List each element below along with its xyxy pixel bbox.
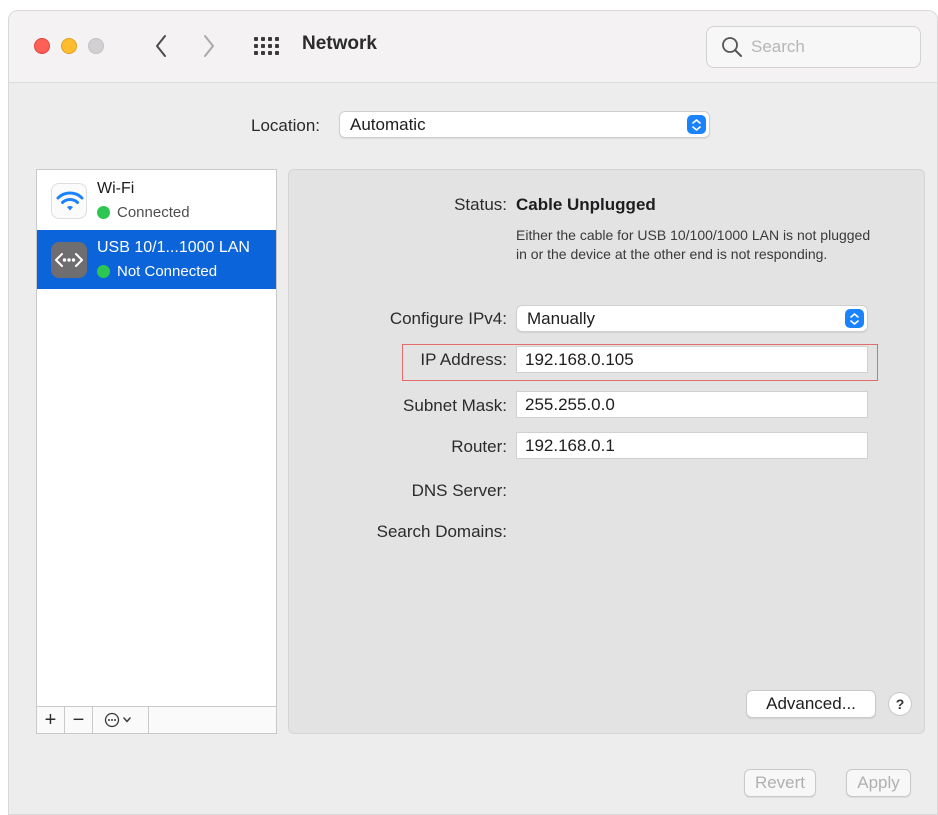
popup-stepper-icon	[687, 115, 706, 134]
dns-server-label: DNS Server:	[411, 481, 507, 500]
ethernet-icon	[51, 242, 87, 278]
action-menu-button[interactable]	[93, 707, 149, 733]
back-button[interactable]	[147, 28, 175, 64]
window-title: Network	[302, 33, 377, 54]
service-item-wifi[interactable]: Wi-Fi Connected	[37, 171, 276, 230]
status-description: Either the cable for USB 10/100/1000 LAN…	[516, 227, 871, 262]
ip-address-label: IP Address:	[420, 350, 507, 369]
wifi-icon	[51, 183, 87, 219]
search-field[interactable]	[706, 26, 921, 68]
configure-ipv4-label: Configure IPv4:	[389, 309, 507, 328]
show-all-preferences-button[interactable]	[254, 35, 282, 57]
title-bar: Network	[9, 11, 937, 83]
ellipsis-chevron-icon	[104, 712, 131, 728]
popup-stepper-icon	[845, 309, 864, 328]
advanced-button[interactable]: Advanced...	[746, 690, 876, 718]
service-list: Wi-Fi Connected USB 10/1...1000 LAN Not …	[36, 169, 277, 734]
status-dot-icon	[97, 206, 110, 219]
chevron-right-icon	[204, 35, 214, 57]
router-label: Router:	[451, 437, 507, 456]
search-icon	[722, 37, 742, 57]
chevron-left-icon	[156, 35, 166, 57]
status-dot-icon	[97, 265, 110, 278]
service-name: Wi-Fi	[97, 180, 135, 197]
configure-ipv4-value: Manually	[527, 309, 596, 328]
subnet-mask-field[interactable]	[516, 391, 868, 418]
add-service-button[interactable]: +	[37, 707, 65, 733]
location-value: Automatic	[350, 115, 426, 134]
remove-service-button[interactable]: −	[65, 707, 93, 733]
revert-button[interactable]: Revert	[744, 769, 816, 797]
close-window-button[interactable]	[34, 38, 50, 54]
subnet-mask-label: Subnet Mask:	[403, 396, 507, 415]
search-input[interactable]	[751, 37, 901, 57]
apply-button[interactable]: Apply	[846, 769, 911, 797]
status-value: Cable Unplugged	[516, 195, 656, 214]
ip-address-field[interactable]	[516, 346, 868, 373]
service-details-panel: Status: Cable Unplugged Either the cable…	[288, 169, 925, 734]
zoom-window-button[interactable]	[88, 38, 104, 54]
service-list-toolbar: + −	[37, 706, 276, 733]
network-preferences-window: Network Location: Automatic Wi-Fi	[8, 10, 938, 815]
status-label: Status:	[454, 195, 507, 214]
location-popup[interactable]: Automatic	[339, 111, 710, 138]
configure-ipv4-popup[interactable]: Manually	[516, 305, 868, 332]
service-name: USB 10/1...1000 LAN	[97, 239, 250, 256]
forward-button[interactable]	[195, 28, 223, 64]
service-item-usb-lan[interactable]: USB 10/1...1000 LAN Not Connected	[37, 230, 276, 289]
search-domains-label: Search Domains:	[376, 522, 507, 541]
location-label: Location:	[251, 116, 320, 135]
minimize-window-button[interactable]	[61, 38, 77, 54]
router-field[interactable]	[516, 432, 868, 459]
help-button[interactable]: ?	[888, 692, 912, 716]
service-status: Connected	[97, 204, 190, 221]
service-status: Not Connected	[97, 263, 217, 280]
